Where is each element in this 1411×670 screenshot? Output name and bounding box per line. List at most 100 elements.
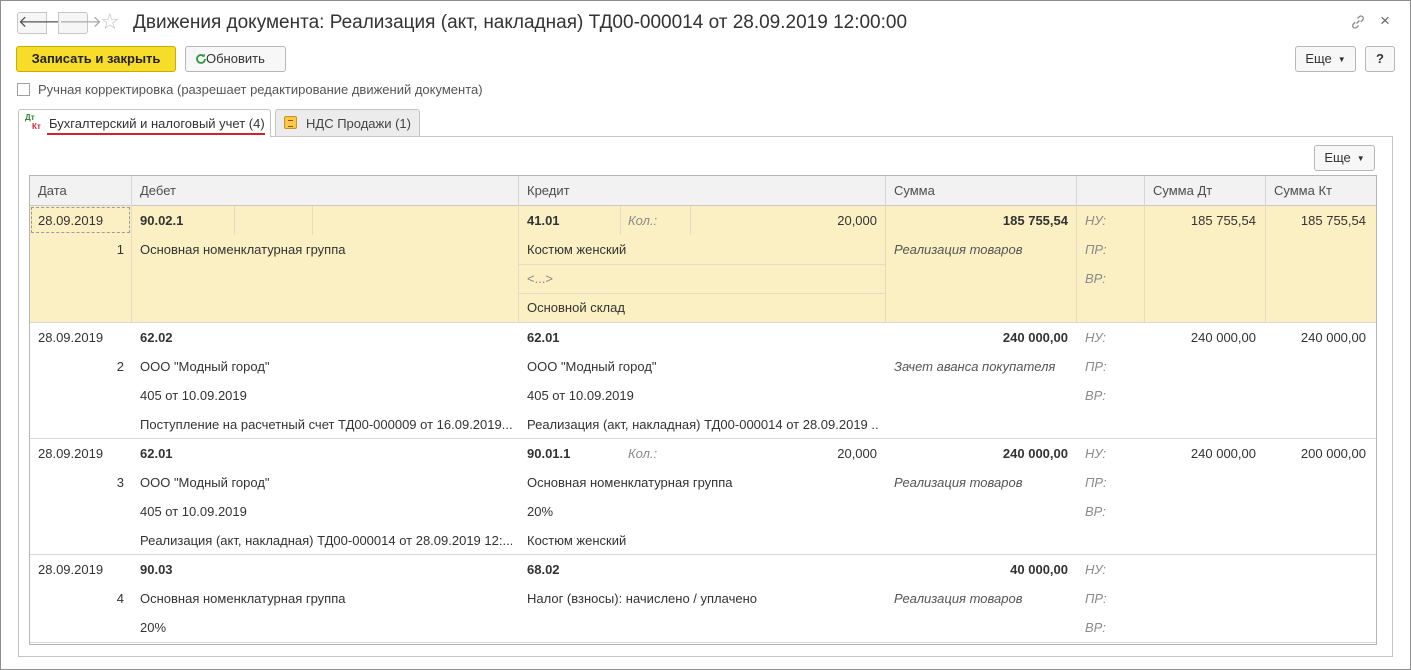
- amount: 240 000,00: [1002, 446, 1068, 461]
- sum-dt: 240 000,00: [1190, 446, 1256, 461]
- tax-pr-label: ПР:: [1085, 359, 1107, 374]
- credit-subconto-1: ООО "Модный город": [527, 359, 657, 374]
- sum-kt: 200 000,00: [1300, 446, 1366, 461]
- credit-qty-label: Кол.:: [628, 446, 658, 461]
- tax-nu-label: НУ:: [1085, 562, 1107, 577]
- arrow-right-icon: 🡒: [59, 14, 102, 31]
- credit-subconto-2: 20%: [527, 504, 554, 519]
- tax-vr-label: ВР:: [1085, 504, 1106, 519]
- row-date: 28.09.2019: [38, 330, 104, 345]
- help-button[interactable]: ?: [1365, 46, 1395, 72]
- amount: 240 000,00: [1002, 330, 1068, 345]
- forward-button[interactable]: 🡒: [58, 12, 102, 34]
- debit-subconto-2: 405 от 10.09.2019: [140, 504, 247, 519]
- row-number: 4: [116, 591, 124, 606]
- refresh-icon: [196, 53, 206, 64]
- refresh-label: Обновить: [206, 51, 265, 66]
- amount: 40 000,00: [1010, 562, 1068, 577]
- credit-account: 68.02: [527, 562, 560, 577]
- col-sum-dt[interactable]: Сумма Дт: [1145, 176, 1266, 206]
- active-tab-underline: [47, 133, 265, 135]
- credit-subconto-3: Реализация (акт, накладная) ТД00-000014 …: [527, 417, 879, 432]
- credit-subconto-1: Костюм женский: [527, 242, 627, 257]
- credit-qty: 20,000: [837, 446, 877, 461]
- debit-subconto-3: Поступление на расчетный счет ТД00-00000…: [140, 417, 512, 432]
- table-row[interactable]: 28.09.2019 2 62.02 ООО "Модный город" 40…: [30, 323, 1376, 439]
- tax-vr-label: ВР:: [1085, 271, 1106, 286]
- manual-edit-checkbox[interactable]: [17, 83, 30, 96]
- tax-nu-label: НУ:: [1085, 446, 1107, 461]
- credit-subconto-3: Костюм женский: [527, 533, 627, 548]
- credit-account: 41.01: [527, 213, 560, 228]
- chevron-down-icon: ▼: [1356, 153, 1365, 163]
- col-tax-type[interactable]: [1077, 176, 1145, 206]
- table-row[interactable]: 28.09.2019 3 62.01 ООО "Модный город" 40…: [30, 439, 1376, 555]
- favorite-star-icon[interactable]: ☆: [100, 9, 120, 35]
- arrow-left-icon: 🡐: [18, 14, 61, 31]
- content: Реализация товаров: [894, 242, 1023, 257]
- credit-subconto-2: <...>: [527, 271, 554, 286]
- credit-subconto-1: Основная номенклатурная группа: [527, 475, 733, 490]
- content: Реализация товаров: [894, 591, 1023, 606]
- document-movements-window: 🡐 🡒 ☆ Движения документа: Реализация (ак…: [0, 0, 1411, 670]
- credit-subconto-1: Налог (взносы): начислено / уплачено: [527, 591, 757, 606]
- more-button[interactable]: Еще ▼: [1295, 46, 1356, 72]
- credit-subconto-3: Основной склад: [527, 300, 625, 315]
- debit-account: 90.03: [140, 562, 173, 577]
- debit-subconto-1: Основная номенклатурная группа: [140, 242, 346, 257]
- manual-edit-label: Ручная корректировка (разрешает редактир…: [38, 82, 483, 97]
- grid-more-button[interactable]: Еще ▼: [1314, 145, 1375, 171]
- col-sum-kt[interactable]: Сумма Кт: [1266, 176, 1376, 206]
- credit-account: 62.01: [527, 330, 560, 345]
- sum-kt: 240 000,00: [1300, 330, 1366, 345]
- credit-account: 90.01.1: [527, 446, 571, 461]
- save-and-close-button[interactable]: Записать и закрыть: [16, 46, 176, 72]
- sum-dt: 240 000,00: [1190, 330, 1256, 345]
- credit-qty-label: Кол.:: [628, 213, 658, 228]
- tax-nu-label: НУ:: [1085, 213, 1107, 228]
- title-bar: 🡐 🡒 ☆ Движения документа: Реализация (ак…: [1, 1, 1410, 43]
- row-date: 28.09.2019: [38, 213, 104, 228]
- col-credit[interactable]: Кредит: [519, 176, 886, 206]
- tax-pr-label: ПР:: [1085, 591, 1107, 606]
- link-icon[interactable]: [1350, 14, 1366, 30]
- debit-subconto-1: ООО "Модный город": [140, 359, 270, 374]
- debit-account: 62.01: [140, 446, 173, 461]
- back-button[interactable]: 🡐: [17, 12, 61, 34]
- col-debit[interactable]: Дебет: [132, 176, 519, 206]
- tab-vat-sales-label: НДС Продажи (1): [306, 116, 411, 131]
- table-row[interactable]: 28.09.2019 1 90.02.1 Основная номенклату…: [30, 206, 1376, 323]
- tax-vr-label: ВР:: [1085, 388, 1106, 403]
- credit-subconto-2: 405 от 10.09.2019: [527, 388, 634, 403]
- credit-qty: 20,000: [837, 213, 877, 228]
- debit-account: 90.02.1: [140, 213, 184, 228]
- content: Реализация товаров: [894, 475, 1023, 490]
- debit-subconto-3: Реализация (акт, накладная) ТД00-000014 …: [140, 533, 512, 548]
- sum-dt: 185 755,54: [1190, 213, 1256, 228]
- tab-accounting[interactable]: Дт Кт Бухгалтерский и налоговый учет (4): [18, 109, 271, 137]
- row-date: 28.09.2019: [38, 446, 104, 461]
- tax-pr-label: ПР:: [1085, 475, 1107, 490]
- row-number: 3: [116, 475, 124, 490]
- row-number: 1: [116, 242, 124, 257]
- chevron-down-icon: ▼: [1337, 54, 1346, 64]
- refresh-button[interactable]: Обновить: [185, 46, 286, 72]
- table-header: Дата Дебет Кредит Сумма Сумма Дт Сумма К…: [30, 176, 1376, 206]
- col-date[interactable]: Дата: [30, 176, 132, 206]
- debit-subconto-2: 405 от 10.09.2019: [140, 388, 247, 403]
- row-date: 28.09.2019: [38, 562, 104, 577]
- movements-table[interactable]: Дата Дебет Кредит Сумма Сумма Дт Сумма К…: [29, 175, 1377, 645]
- table-row[interactable]: 28.09.2019 4 90.03 Основная номенклатурн…: [30, 555, 1376, 643]
- debit-subconto-1: ООО "Модный город": [140, 475, 270, 490]
- dt-kt-icon: Дт Кт: [25, 113, 47, 133]
- sum-kt: 185 755,54: [1300, 213, 1366, 228]
- debit-account: 62.02: [140, 330, 173, 345]
- vat-sales-icon: [284, 116, 297, 129]
- tax-vr-label: ВР:: [1085, 620, 1106, 635]
- debit-subconto-1: Основная номенклатурная группа: [140, 591, 346, 606]
- close-icon[interactable]: ×: [1380, 11, 1390, 31]
- col-amount[interactable]: Сумма: [886, 176, 1077, 206]
- tab-vat-sales[interactable]: НДС Продажи (1): [275, 109, 420, 136]
- row-number: 2: [116, 359, 124, 374]
- more-label: Еще: [1305, 51, 1332, 66]
